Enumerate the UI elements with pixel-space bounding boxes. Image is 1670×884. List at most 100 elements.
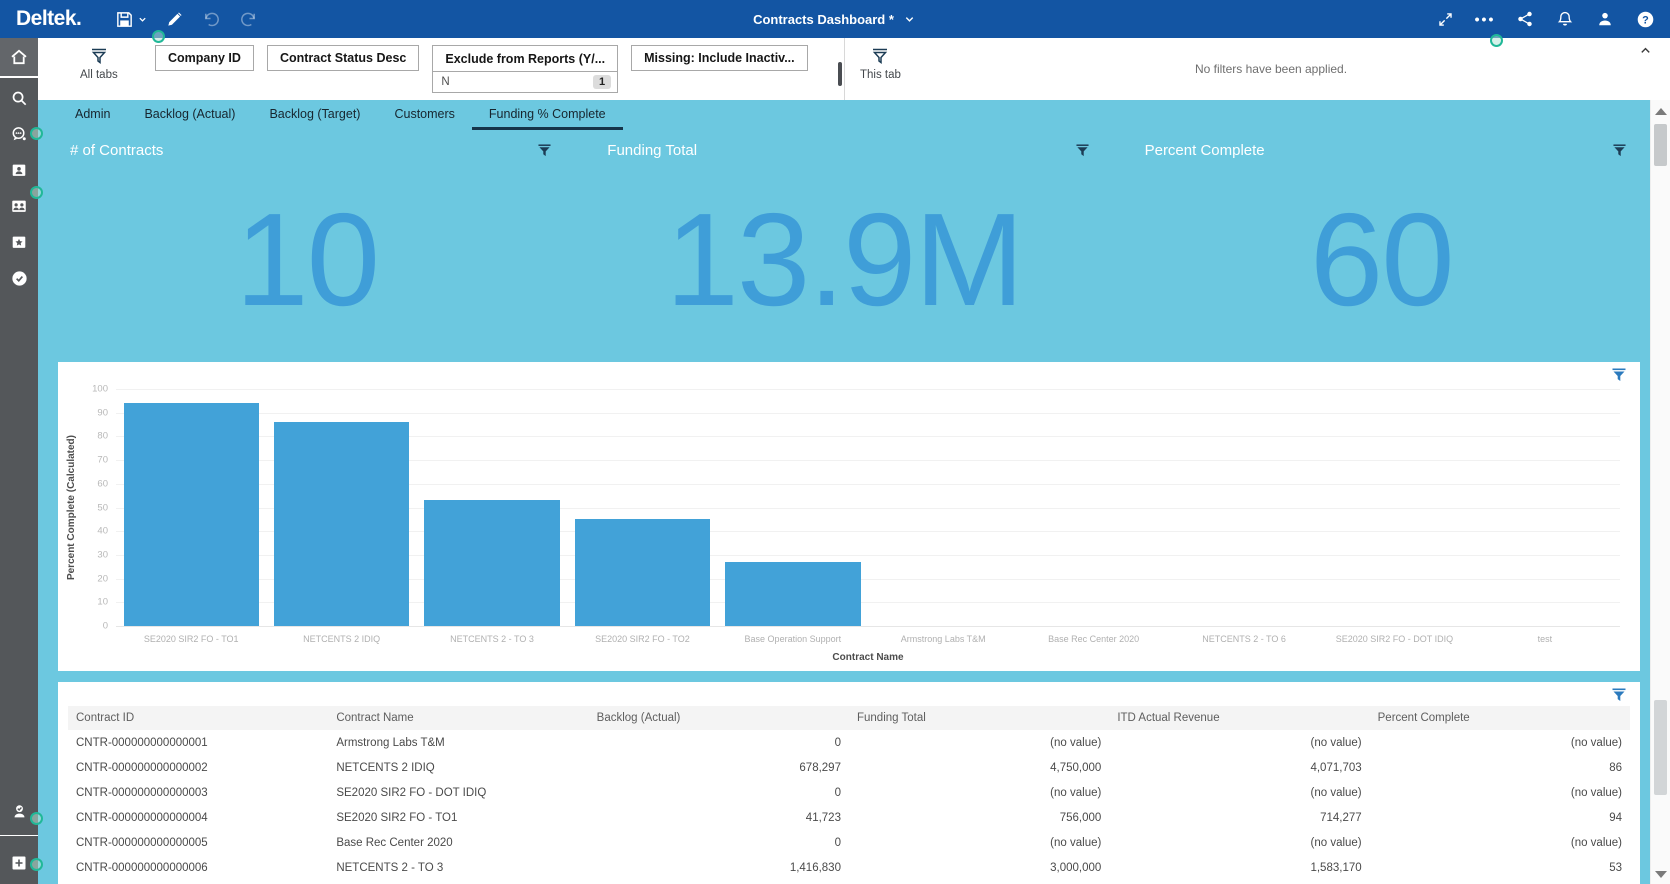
table-cell: 53	[1370, 855, 1630, 880]
table-cell: Armstrong Labs T&M	[328, 730, 588, 755]
bar-slot	[1470, 389, 1620, 626]
table-cell: 678,297	[589, 755, 849, 780]
table-row[interactable]: CNTR-000000000000004SE2020 SIR2 FO - TO1…	[68, 805, 1630, 830]
filter-chip-3[interactable]: Missing: Include Inactiv...	[631, 45, 808, 71]
table-row[interactable]: CNTR-000000000000002NETCENTS 2 IDIQ678,2…	[68, 755, 1630, 780]
kpi-filter-button[interactable]	[1074, 142, 1091, 159]
filter-chip-label: Exclude from Reports (Y/...	[433, 46, 617, 71]
star-folder-icon	[10, 233, 28, 251]
chips-scrollbar-thumb[interactable]	[838, 62, 842, 86]
edit-pencil-button[interactable]	[163, 8, 186, 31]
bar-se2020-sir2-fo-to2[interactable]	[575, 519, 710, 626]
redo-button[interactable]	[237, 8, 260, 31]
bar-slot	[116, 389, 266, 626]
bar-netcents-2-idiq[interactable]	[274, 422, 409, 626]
bar-slot	[567, 389, 717, 626]
table-cell: CNTR-000000000000004	[68, 805, 328, 830]
save-button[interactable]	[113, 8, 149, 31]
scroll-down-arrow[interactable]	[1655, 871, 1667, 878]
tab-admin[interactable]: Admin	[58, 100, 127, 130]
scroll-up-arrow[interactable]	[1655, 108, 1667, 115]
table-scrollbar-thumb[interactable]	[1654, 700, 1667, 795]
column-header-backlog-actual-[interactable]: Backlog (Actual)	[589, 706, 849, 730]
search-icon	[10, 89, 29, 108]
bar-slot	[718, 389, 868, 626]
table-cell: 0	[589, 830, 849, 855]
x-category-label: NETCENTS 2 - TO 6	[1169, 634, 1319, 644]
sidebar-item-home[interactable]	[0, 38, 38, 78]
notifications-button[interactable]	[1550, 8, 1580, 30]
all-tabs-filter[interactable]: All tabs	[80, 46, 118, 81]
tab-backlog-actual-[interactable]: Backlog (Actual)	[127, 100, 252, 130]
expand-button[interactable]	[1430, 9, 1460, 30]
sidebar-item-approvals[interactable]	[0, 260, 38, 296]
user-profile-button[interactable]	[1590, 8, 1620, 30]
column-header-contract-name[interactable]: Contract Name	[328, 706, 588, 730]
this-tab-filter[interactable]: This tab	[860, 46, 901, 81]
filter-chip-1[interactable]: Contract Status Desc	[267, 45, 419, 71]
more-options-button[interactable]: •••	[1470, 9, 1500, 29]
filter-input-value[interactable]: N	[441, 76, 449, 88]
sidebar-item-person-folder[interactable]	[0, 152, 38, 188]
table-cell: (no value)	[1109, 830, 1369, 855]
chart-card: Percent Complete (Calculated) 0102030405…	[58, 362, 1640, 671]
bar-netcents-2-to-3[interactable]	[424, 500, 559, 626]
check-circle-icon	[10, 269, 29, 288]
bar-base-operation-support[interactable]	[725, 562, 860, 626]
filter-bar: All tabs Company ID Contract Status Desc E…	[38, 38, 1670, 100]
column-header-itd-actual-revenue[interactable]: ITD Actual Revenue	[1109, 706, 1369, 730]
table-cell: CNTR-000000000000001	[68, 730, 328, 755]
kpi-filter-button[interactable]	[536, 142, 553, 159]
table-cell: NETCENTS 2 IDIQ	[328, 755, 588, 780]
x-category-label: Base Rec Center 2020	[1018, 634, 1168, 644]
annotation-dot	[152, 30, 165, 43]
kpi-card-2: Percent Complete60	[1113, 130, 1650, 362]
dashboard-content: # of Contracts10Funding Total13.9MPercen…	[38, 130, 1650, 884]
y-tick-label: 70	[97, 455, 108, 466]
collapse-filter-bar-button[interactable]	[1639, 44, 1652, 57]
column-header-percent-complete[interactable]: Percent Complete	[1370, 706, 1630, 730]
table-cell: (no value)	[849, 830, 1109, 855]
annotation-dot	[30, 858, 43, 871]
sidebar-item-star-folder[interactable]	[0, 224, 38, 260]
funnel-icon	[89, 46, 109, 66]
dashboard-title-dropdown[interactable]	[902, 12, 917, 27]
undo-button[interactable]	[200, 8, 223, 31]
column-header-funding-total[interactable]: Funding Total	[849, 706, 1109, 730]
tab-customers[interactable]: Customers	[377, 100, 471, 130]
tab-backlog-target-[interactable]: Backlog (Target)	[252, 100, 377, 130]
undo-icon	[202, 10, 221, 29]
x-category-label: SE2020 SIR2 FO - DOT IDIQ	[1319, 634, 1469, 644]
table-cell: 714,277	[1109, 805, 1369, 830]
column-header-contract-id[interactable]: Contract ID	[68, 706, 328, 730]
table-cell: 41,723	[589, 805, 849, 830]
annotation-dot	[30, 186, 43, 199]
kpi-header: Funding Total	[607, 142, 1090, 159]
table-cell: 1,416,830	[589, 855, 849, 880]
help-button[interactable]: ?	[1630, 8, 1660, 31]
table-cell: Base Rec Center 2020	[328, 830, 588, 855]
share-button[interactable]	[1510, 8, 1540, 30]
add-icon	[9, 853, 29, 873]
chart-filter-button[interactable]	[1612, 368, 1626, 382]
table-filter-button[interactable]	[1612, 688, 1626, 702]
y-tick-label: 40	[97, 526, 108, 537]
filter-chip-input[interactable]: N1	[433, 71, 617, 92]
table-row[interactable]: CNTR-000000000000003SE2020 SIR2 FO - DOT…	[68, 780, 1630, 805]
filter-chip-0[interactable]: Company ID	[155, 45, 254, 71]
table-row[interactable]: CNTR-000000000000001Armstrong Labs T&M0(…	[68, 730, 1630, 755]
scrollbar-thumb[interactable]	[1654, 124, 1667, 166]
y-tick-label: 90	[97, 407, 108, 418]
funnel-icon	[1076, 144, 1089, 157]
tab-funding-complete[interactable]: Funding % Complete	[472, 100, 623, 130]
svg-text:?: ?	[1642, 14, 1649, 26]
y-tick-label: 60	[97, 478, 108, 489]
sidebar-item-search[interactable]	[0, 80, 38, 116]
bar-se2020-sir2-fo-to1[interactable]	[124, 403, 259, 626]
x-category-label: test	[1470, 634, 1620, 644]
table-row[interactable]: CNTR-000000000000005Base Rec Center 2020…	[68, 830, 1630, 855]
table-row[interactable]: CNTR-000000000000006NETCENTS 2 - TO 31,4…	[68, 855, 1630, 880]
filter-chip-2[interactable]: Exclude from Reports (Y/...N1	[432, 45, 618, 93]
redo-icon	[239, 10, 258, 29]
kpi-filter-button[interactable]	[1611, 142, 1628, 159]
